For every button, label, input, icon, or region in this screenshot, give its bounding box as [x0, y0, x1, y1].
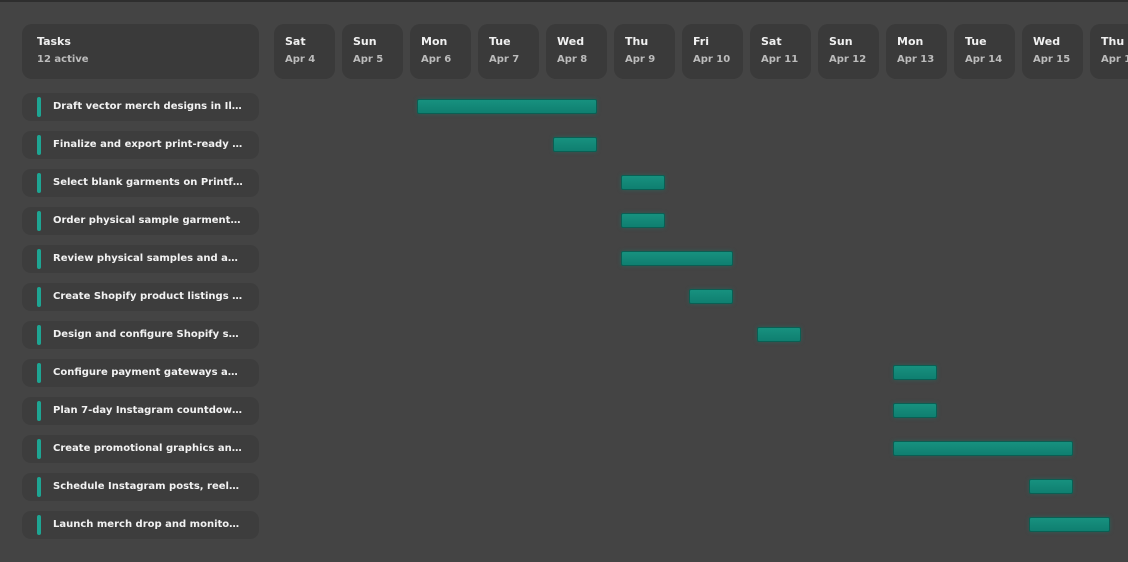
- day-name: Fri: [693, 35, 710, 48]
- task-row[interactable]: Schedule Instagram posts, reels, and sto…: [22, 473, 259, 501]
- day-date: Apr 13: [897, 54, 935, 65]
- task-row[interactable]: Select blank garments on Printful/Printi…: [22, 169, 259, 197]
- day-header: Mon Apr 6: [410, 24, 471, 79]
- day-name: Sat: [285, 35, 306, 48]
- day-date: Apr 10: [693, 54, 731, 65]
- day-header: Sun Apr 12: [818, 24, 879, 79]
- gantt-view: Tasks 12 active Sat Apr 4 Sun Apr 5 Mon Apr 6…: [0, 0, 1128, 562]
- task-label: Draft vector merch designs in Illustrato…: [53, 101, 243, 112]
- task-row[interactable]: Order physical sample garments for revie…: [22, 207, 259, 235]
- task-bar[interactable]: [689, 289, 733, 304]
- tasks-title: Tasks: [37, 35, 71, 48]
- task-label: Select blank garments on Printful/Printi…: [53, 177, 243, 188]
- task-bar[interactable]: [417, 99, 597, 114]
- day-date: Apr 7: [489, 54, 520, 65]
- task-bar[interactable]: [621, 251, 733, 266]
- day-date: Apr 12: [829, 54, 867, 65]
- task-accent: [37, 173, 41, 193]
- task-label: Design and configure Shopify storefront: [53, 329, 243, 340]
- day-name: Sun: [353, 35, 377, 48]
- day-date: Apr 16: [1101, 54, 1128, 65]
- task-bar[interactable]: [893, 403, 937, 418]
- task-label: Order physical sample garments for revie…: [53, 215, 243, 226]
- task-row[interactable]: Configure payment gateways and test chec…: [22, 359, 259, 387]
- task-accent: [37, 401, 41, 421]
- task-bar[interactable]: [1029, 479, 1073, 494]
- day-header: Mon Apr 13: [886, 24, 947, 79]
- task-bar[interactable]: [621, 213, 665, 228]
- task-bar[interactable]: [757, 327, 801, 342]
- task-label: Create promotional graphics and ape: [53, 443, 243, 454]
- day-name: Thu: [1101, 35, 1125, 48]
- day-header: Sat Apr 11: [750, 24, 811, 79]
- task-accent: [37, 135, 41, 155]
- task-row[interactable]: Create promotional graphics and ape: [22, 435, 259, 463]
- task-accent: [37, 363, 41, 383]
- task-label: Launch merch drop and monitor site traff…: [53, 519, 243, 530]
- task-label: Finalize and export print-ready designs: [53, 139, 243, 150]
- task-accent: [37, 515, 41, 535]
- task-bar[interactable]: [893, 441, 1073, 456]
- day-name: Tue: [965, 35, 987, 48]
- day-date: Apr 4: [285, 54, 316, 65]
- task-label: Review physical samples and adjust desig…: [53, 253, 243, 264]
- task-accent: [37, 477, 41, 497]
- day-header: Tue Apr 14: [954, 24, 1015, 79]
- day-header: Sat Apr 4: [274, 24, 335, 79]
- task-row[interactable]: Finalize and export print-ready designs: [22, 131, 259, 159]
- day-name: Wed: [557, 35, 585, 48]
- task-bar[interactable]: [893, 365, 937, 380]
- task-bar[interactable]: [553, 137, 597, 152]
- day-header: Sun Apr 5: [342, 24, 403, 79]
- task-label: Plan 7-day Instagram countdown strategy: [53, 405, 243, 416]
- task-accent: [37, 211, 41, 231]
- task-row[interactable]: Create Shopify product listings and desc…: [22, 283, 259, 311]
- tasks-header: Tasks 12 active: [22, 24, 259, 79]
- task-row[interactable]: Launch merch drop and monitor site traff…: [22, 511, 259, 539]
- day-date: Apr 9: [625, 54, 656, 65]
- day-header: Thu Apr 9: [614, 24, 675, 79]
- task-accent: [37, 97, 41, 117]
- day-name: Mon: [421, 35, 448, 48]
- task-accent: [37, 439, 41, 459]
- task-label: Configure payment gateways and test chec…: [53, 367, 243, 378]
- task-bar[interactable]: [1029, 517, 1110, 532]
- day-name: Wed: [1033, 35, 1061, 48]
- day-header: Tue Apr 7: [478, 24, 539, 79]
- day-header: Wed Apr 15: [1022, 24, 1083, 79]
- day-date: Apr 15: [1033, 54, 1071, 65]
- task-accent: [37, 287, 41, 307]
- task-row[interactable]: Design and configure Shopify storefront: [22, 321, 259, 349]
- day-name: Sat: [761, 35, 782, 48]
- day-date: Apr 14: [965, 54, 1003, 65]
- task-row[interactable]: Review physical samples and adjust desig…: [22, 245, 259, 273]
- day-header: Fri Apr 10: [682, 24, 743, 79]
- day-date: Apr 6: [421, 54, 452, 65]
- day-name: Tue: [489, 35, 511, 48]
- task-row[interactable]: Draft vector merch designs in Illustrato…: [22, 93, 259, 121]
- day-header: Thu Apr 16: [1090, 24, 1128, 79]
- day-header: Wed Apr 8: [546, 24, 607, 79]
- day-name: Thu: [625, 35, 649, 48]
- task-accent: [37, 325, 41, 345]
- day-date: Apr 11: [761, 54, 799, 65]
- task-accent: [37, 249, 41, 269]
- task-row[interactable]: Plan 7-day Instagram countdown strategy: [22, 397, 259, 425]
- day-name: Mon: [897, 35, 924, 48]
- tasks-count: 12 active: [37, 54, 89, 65]
- day-date: Apr 5: [353, 54, 384, 65]
- day-name: Sun: [829, 35, 853, 48]
- task-label: Create Shopify product listings and desc…: [53, 291, 243, 302]
- day-date: Apr 8: [557, 54, 588, 65]
- task-bar[interactable]: [621, 175, 665, 190]
- task-label: Schedule Instagram posts, reels, and sto…: [53, 481, 243, 492]
